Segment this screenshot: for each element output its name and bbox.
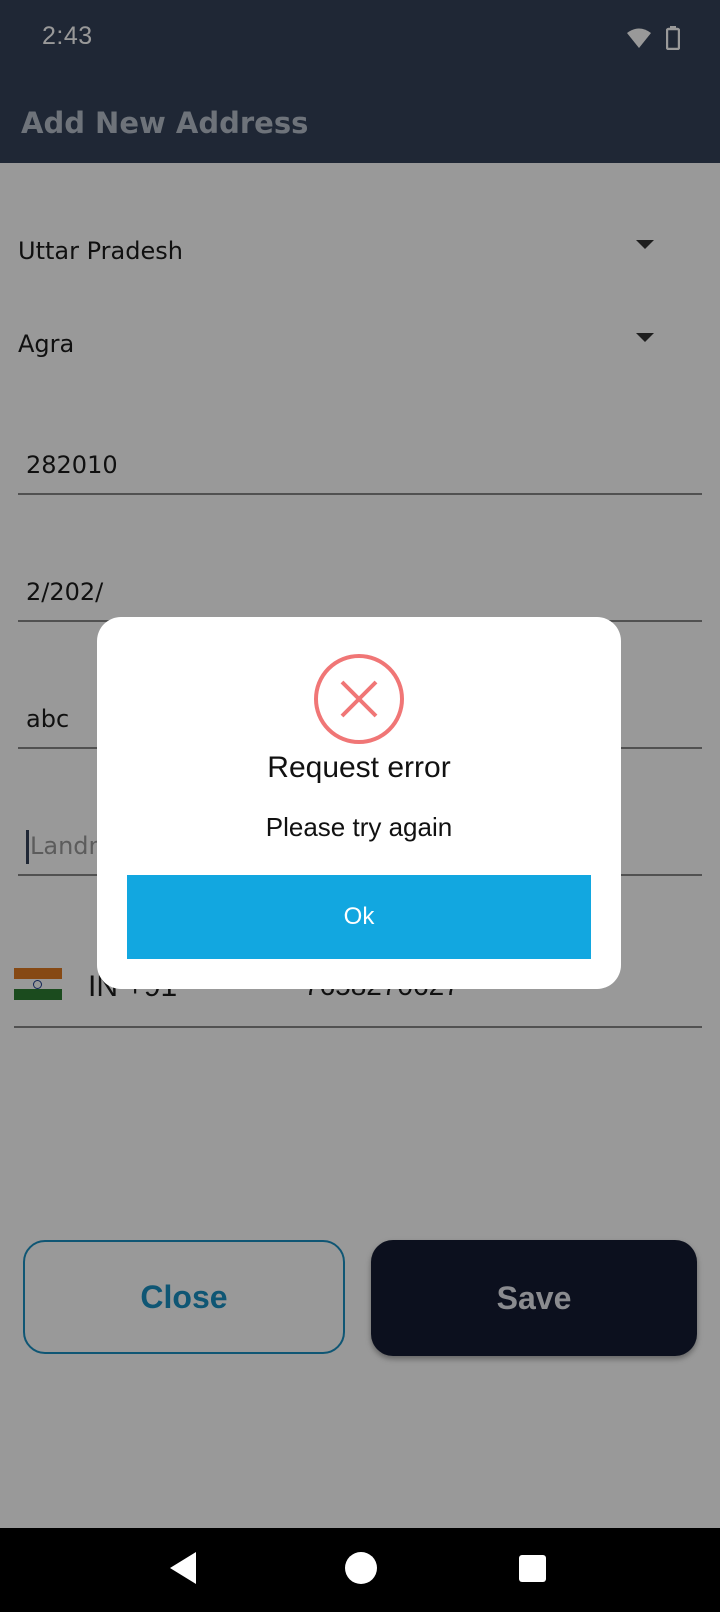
nav-recent-icon[interactable] [519,1555,546,1582]
error-x-icon [314,654,404,744]
nav-home-icon[interactable] [345,1552,377,1584]
dialog-title: Request error [267,751,451,784]
error-dialog: Request error Please try again Ok [97,617,621,989]
nav-back-icon[interactable] [170,1552,196,1584]
system-nav-bar [0,1528,720,1612]
dialog-message: Please try again [265,812,453,842]
ok-button[interactable]: Ok [127,875,591,959]
